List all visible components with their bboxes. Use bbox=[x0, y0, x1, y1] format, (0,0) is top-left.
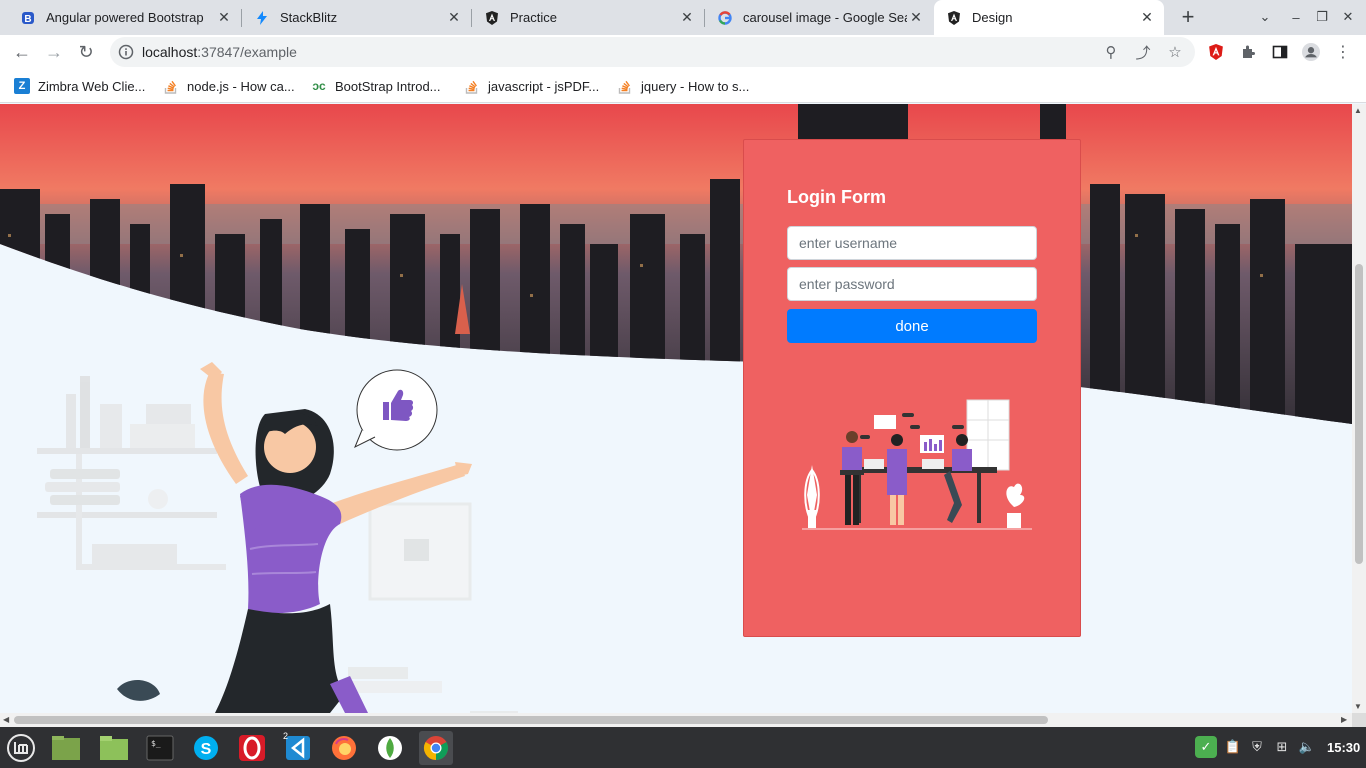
minimize-icon[interactable]: – bbox=[1285, 6, 1307, 28]
clipboard-icon[interactable]: 📋 bbox=[1224, 738, 1242, 756]
reload-icon[interactable]: ↻ bbox=[73, 39, 99, 65]
opera-icon[interactable] bbox=[235, 731, 269, 765]
tab-angular-bootstrap[interactable]: B Angular powered Bootstrap ✕ bbox=[8, 0, 241, 35]
back-icon[interactable]: ← bbox=[9, 39, 35, 65]
share-icon[interactable]: ⤴ bbox=[1134, 43, 1152, 62]
tab-strip: B Angular powered Bootstrap ✕ StackBlitz… bbox=[0, 0, 1366, 35]
tab-stackblitz[interactable]: StackBlitz ✕ bbox=[242, 0, 471, 35]
zoom-icon[interactable]: ⚲ bbox=[1102, 43, 1120, 61]
svg-text:$_: $_ bbox=[151, 739, 161, 748]
network-icon[interactable]: ⊞ bbox=[1273, 738, 1291, 756]
close-icon[interactable]: ✕ bbox=[1138, 9, 1156, 27]
tab-search-icon[interactable]: ⌄ bbox=[1254, 6, 1276, 28]
tab-carousel-search[interactable]: carousel image - Google Sea ✕ bbox=[705, 0, 933, 35]
url-text: localhost:37847/example bbox=[142, 44, 297, 60]
stackoverflow-icon bbox=[617, 78, 633, 94]
url-path: :37847/example bbox=[197, 44, 297, 60]
bookmark-nodejs[interactable]: node.js - How ca... bbox=[163, 77, 295, 95]
side-panel-icon[interactable] bbox=[1271, 43, 1289, 61]
password-input[interactable] bbox=[787, 267, 1037, 301]
chrome-icon[interactable] bbox=[419, 731, 453, 765]
scroll-left-icon[interactable]: ◀ bbox=[3, 715, 9, 724]
bookmark-label: Zimbra Web Clie... bbox=[38, 78, 146, 94]
bookmarks-bar: Z Zimbra Web Clie... node.js - How ca...… bbox=[0, 69, 1366, 103]
done-button[interactable]: done bbox=[787, 309, 1037, 343]
scrollbar-corner bbox=[1352, 713, 1366, 727]
page-viewport: Login Form done bbox=[0, 104, 1352, 713]
close-icon[interactable]: ✕ bbox=[445, 9, 463, 27]
bookmark-label: BootStrap Introd... bbox=[335, 78, 441, 94]
tab-title: Practice bbox=[510, 10, 557, 25]
bookmark-star-icon[interactable]: ☆ bbox=[1166, 43, 1184, 61]
angular-devtools-icon[interactable] bbox=[1207, 43, 1225, 61]
tab-title: Design bbox=[972, 10, 1013, 25]
url-host: localhost bbox=[142, 44, 198, 60]
username-input[interactable] bbox=[787, 226, 1037, 260]
zimbra-icon: Z bbox=[14, 78, 30, 94]
shield-icon[interactable]: ⛨ bbox=[1248, 738, 1266, 756]
vertical-scroll-thumb[interactable] bbox=[1355, 264, 1363, 564]
forward-icon[interactable]: → bbox=[41, 39, 67, 65]
geeksforgeeks-icon: ↄc bbox=[312, 79, 326, 93]
close-icon[interactable]: ✕ bbox=[907, 9, 925, 27]
svg-text:B: B bbox=[24, 14, 31, 25]
browser-toolbar: ← → ↻ localhost:37847/example ⚲ ⤴ ☆ ⋮ bbox=[0, 35, 1366, 69]
bookmark-bootstrap-intro[interactable]: ↄc BootStrap Introd... bbox=[311, 77, 441, 95]
vertical-scrollbar[interactable]: ▲ ▼ bbox=[1352, 104, 1366, 713]
login-card: Login Form done bbox=[743, 139, 1081, 637]
bookmark-label: javascript - jsPDF... bbox=[488, 78, 600, 94]
vscode-badge: 2 bbox=[283, 731, 289, 741]
close-icon[interactable]: ✕ bbox=[215, 9, 233, 27]
bookmark-label: node.js - How ca... bbox=[187, 78, 295, 94]
new-tab-button[interactable]: + bbox=[1176, 4, 1200, 29]
thumbs-up-bubble bbox=[354, 369, 438, 451]
horizontal-scroll-thumb[interactable] bbox=[14, 716, 1048, 724]
clock[interactable]: 15:30 bbox=[1327, 740, 1360, 755]
skype-icon[interactable]: S bbox=[189, 731, 223, 765]
angular-icon bbox=[946, 10, 962, 26]
firefox-icon[interactable] bbox=[327, 731, 361, 765]
close-icon[interactable]: ✕ bbox=[678, 9, 696, 27]
folder-icon[interactable] bbox=[97, 731, 131, 765]
team-meeting-illustration bbox=[802, 399, 1032, 530]
menu-kebab-icon[interactable]: ⋮ bbox=[1334, 43, 1352, 61]
bookmark-jquery[interactable]: jquery - How to s... bbox=[617, 77, 749, 95]
tab-practice[interactable]: Practice ✕ bbox=[472, 0, 704, 35]
vscode-icon[interactable]: 2 bbox=[281, 731, 315, 765]
bookmark-label: jquery - How to s... bbox=[641, 78, 750, 94]
tab-title: carousel image - Google Sea bbox=[743, 10, 907, 25]
tab-design[interactable]: Design ✕ bbox=[934, 0, 1164, 35]
volume-icon[interactable]: 🔈 bbox=[1298, 738, 1316, 756]
bookmark-jspdf[interactable]: javascript - jsPDF... bbox=[464, 77, 599, 95]
bookmark-zimbra[interactable]: Z Zimbra Web Clie... bbox=[14, 77, 145, 95]
stackoverflow-icon bbox=[464, 78, 480, 94]
hero-background bbox=[0, 104, 1352, 713]
extensions-icon[interactable] bbox=[1239, 43, 1257, 61]
window-close-icon[interactable]: ✕ bbox=[1337, 6, 1359, 28]
restore-icon[interactable]: ❐ bbox=[1311, 6, 1333, 28]
city-skyline bbox=[0, 104, 1352, 424]
menu-icon[interactable] bbox=[4, 731, 38, 765]
scroll-up-icon[interactable]: ▲ bbox=[1354, 106, 1362, 115]
address-bar[interactable]: localhost:37847/example ⚲ ⤴ ☆ bbox=[110, 37, 1195, 67]
stackblitz-icon bbox=[254, 10, 270, 26]
scroll-down-icon[interactable]: ▼ bbox=[1354, 702, 1362, 711]
profile-avatar[interactable] bbox=[1302, 43, 1320, 61]
horizontal-scrollbar[interactable]: ◀ ▶ bbox=[0, 713, 1352, 727]
tab-title: Angular powered Bootstrap bbox=[46, 10, 204, 25]
terminal-icon[interactable]: $_ bbox=[143, 731, 177, 765]
login-title: Login Form bbox=[787, 187, 886, 207]
stackoverflow-icon bbox=[163, 78, 179, 94]
update-check-icon[interactable]: ✓ bbox=[1195, 736, 1217, 758]
bootstrap-icon: B bbox=[20, 10, 36, 26]
info-icon[interactable] bbox=[118, 44, 134, 60]
scroll-right-icon[interactable]: ▶ bbox=[1341, 715, 1347, 724]
svg-text:S: S bbox=[201, 741, 212, 758]
files-icon[interactable] bbox=[49, 731, 83, 765]
mongodb-icon[interactable] bbox=[373, 731, 407, 765]
taskbar: $_ S 2 ✓ 📋 ⛨ ⊞ 🔈 15:30 bbox=[0, 727, 1366, 768]
angular-icon bbox=[484, 10, 500, 26]
tab-title: StackBlitz bbox=[280, 10, 338, 25]
google-icon bbox=[717, 10, 733, 26]
